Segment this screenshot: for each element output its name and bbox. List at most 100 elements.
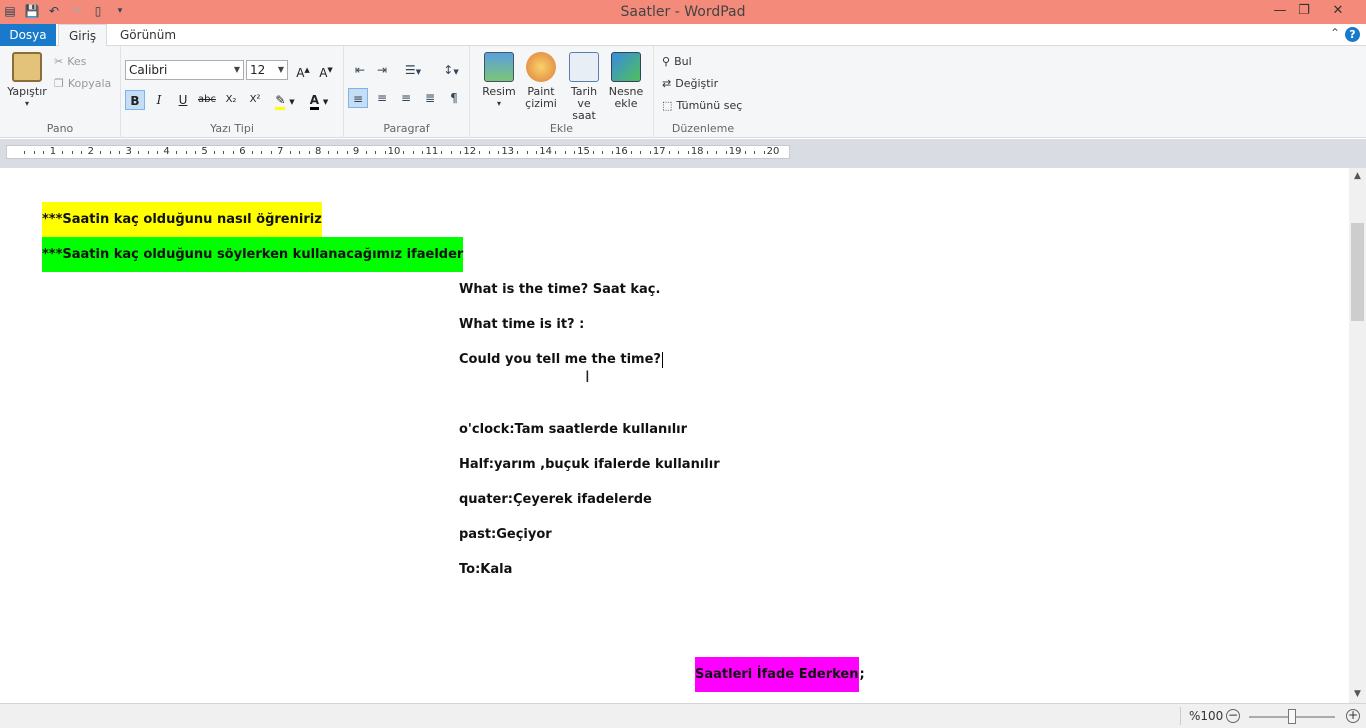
align-left-icon[interactable]: ≡ xyxy=(348,88,368,108)
decrease-indent-icon[interactable]: ⇤ xyxy=(350,60,370,80)
ruler-tick xyxy=(337,151,339,154)
ruler-number: 16 xyxy=(615,146,628,157)
subscript-button[interactable]: X₂ xyxy=(221,90,241,110)
ruler-tick xyxy=(176,151,178,154)
align-right-icon[interactable]: ≡ xyxy=(396,88,416,108)
paste-button[interactable]: Yapıştır ▾ xyxy=(6,52,48,110)
zoom-in-icon[interactable]: + xyxy=(1346,709,1360,723)
paragraph-group: ⇤ ⇥ ☰▼ ↕▼ ≡ ≡ ≡ ≣ ¶ Paragraf xyxy=(344,46,470,138)
picture-icon xyxy=(484,52,514,82)
ruler-tick xyxy=(498,151,500,154)
ruler-number: 8 xyxy=(315,146,322,157)
ruler-number: 15 xyxy=(577,146,590,157)
vertical-scrollbar[interactable]: ▲ ▼ xyxy=(1349,168,1366,703)
zoom-out-icon[interactable]: − xyxy=(1226,709,1240,723)
copy-icon: ❐ xyxy=(54,77,64,90)
scroll-down-icon[interactable]: ▼ xyxy=(1349,686,1366,703)
ruler-tick xyxy=(602,151,604,154)
ruler-tick xyxy=(536,151,538,154)
doc-line[interactable]: past:Geçiyor xyxy=(459,517,552,552)
replace-button[interactable]: ⇄ Değiştir xyxy=(662,77,718,90)
underline-button[interactable]: U xyxy=(173,90,193,110)
ruler[interactable]: 1 2 3 4 5 6 7 8 9 10 11 12 13 14 15 16 17 18 19 20 xyxy=(6,145,790,159)
ruler-number: 11 xyxy=(425,146,439,157)
zoom-level: %100 xyxy=(1189,709,1224,723)
ruler-number: 17 xyxy=(652,146,666,157)
ruler-tick xyxy=(24,151,26,154)
copy-button[interactable]: ❐ Kopyala xyxy=(54,77,111,90)
cut-label: Kes xyxy=(67,55,87,68)
help-icon[interactable]: ? xyxy=(1345,27,1360,42)
ruler-tick xyxy=(611,151,613,154)
collapse-ribbon-icon[interactable]: ⌃ xyxy=(1330,26,1340,40)
doc-line[interactable]: ***Saatin kaç olduğunu nasıl öğreniriz xyxy=(42,202,322,237)
close-button[interactable]: ✕ xyxy=(1320,0,1356,22)
ruler-tick xyxy=(365,151,367,154)
doc-line[interactable]: What is the time? Saat kaç. xyxy=(459,272,660,307)
insert-group: Resim ▾ Paint çizimi Tarih ve saat Nesne… xyxy=(470,46,654,138)
ruler-tick xyxy=(592,151,594,154)
doc-line[interactable]: Saatleri İfade Ederken; xyxy=(695,657,865,692)
paste-label: Yapıştır xyxy=(7,85,47,98)
document-area[interactable]: ***Saatin kaç olduğunu nasıl öğreniriz *… xyxy=(0,168,1349,703)
chevron-down-icon: ▼ xyxy=(233,65,240,74)
ruler-tick xyxy=(488,151,490,154)
increase-indent-icon[interactable]: ⇥ xyxy=(372,60,392,80)
zoom-slider-thumb[interactable] xyxy=(1288,709,1296,724)
ruler-tick xyxy=(327,151,329,154)
doc-line[interactable]: To:Kala xyxy=(459,552,512,587)
ruler-tick xyxy=(678,151,680,154)
doc-line[interactable]: ***Saatin kaç olduğunu söylerken kullana… xyxy=(42,237,464,272)
italic-button[interactable]: I xyxy=(149,90,169,110)
bullet-list-icon[interactable]: ☰▼ xyxy=(398,60,428,80)
ruler-tick xyxy=(109,151,111,154)
font-size-select[interactable]: 12 ▼ xyxy=(246,60,288,80)
insert-object-button[interactable]: Nesne ekle xyxy=(606,52,646,110)
insert-picture-button[interactable]: Resim ▾ xyxy=(480,52,518,110)
grow-font-button[interactable]: A▲ xyxy=(293,60,313,80)
superscript-button[interactable]: X² xyxy=(245,90,265,110)
clipboard-group: Yapıştır ▾ ✂ Kes ❐ Kopyala Pano xyxy=(0,46,121,138)
font-family-select[interactable]: Calibri ▼ xyxy=(125,60,244,80)
cut-button[interactable]: ✂ Kes xyxy=(54,55,86,68)
ruler-tick xyxy=(403,151,405,154)
font-family-value: Calibri xyxy=(129,63,168,77)
align-center-icon[interactable]: ≡ xyxy=(372,88,392,108)
doc-line[interactable]: quater:Çeyerek ifadelerde xyxy=(459,482,652,517)
tab-file[interactable]: Dosya xyxy=(0,24,56,46)
paragraph-group-label: Paragraf xyxy=(383,122,430,135)
text-caret xyxy=(661,351,663,368)
ruler-tick xyxy=(555,151,557,154)
ruler-tick xyxy=(744,151,746,154)
justify-icon[interactable]: ≣ xyxy=(420,88,440,108)
paint-drawing-button[interactable]: Paint çizimi xyxy=(522,52,560,110)
scroll-thumb[interactable] xyxy=(1351,223,1364,321)
maximize-button[interactable]: ❐ xyxy=(1286,0,1322,22)
line-spacing-icon[interactable]: ↕▼ xyxy=(436,60,466,80)
ruler-tick xyxy=(195,151,197,154)
font-color-button[interactable]: A ▼ xyxy=(305,90,333,110)
ruler-tick xyxy=(62,151,64,154)
tab-view[interactable]: Görünüm xyxy=(110,24,186,46)
select-all-button[interactable]: ⬚ Tümünü seç xyxy=(662,99,742,112)
ruler-tick xyxy=(119,151,121,154)
paragraph-settings-icon[interactable]: ¶ xyxy=(444,88,464,108)
bold-button[interactable]: B xyxy=(125,90,145,110)
scroll-up-icon[interactable]: ▲ xyxy=(1349,168,1366,185)
ruler-tick xyxy=(185,151,187,154)
doc-line[interactable]: What time is it? : xyxy=(459,307,584,342)
doc-line[interactable]: Half:yarım ,buçuk ifalerde kullanılır xyxy=(459,447,720,482)
doc-line-with-caret[interactable]: Could you tell me the time? xyxy=(459,342,663,377)
tab-home[interactable]: Giriş xyxy=(58,24,108,47)
strikethrough-button[interactable]: abc xyxy=(197,90,217,110)
highlight-color-button[interactable]: ✎ ▼ xyxy=(271,90,299,110)
font-group-label: Yazı Tipi xyxy=(210,122,254,135)
date-time-button[interactable]: Tarih ve saat xyxy=(564,52,604,122)
shrink-font-button[interactable]: A▼ xyxy=(316,60,336,80)
ruler-tick xyxy=(441,151,443,154)
calendar-clock-icon xyxy=(569,52,599,82)
ruler-tick xyxy=(270,151,272,154)
ruler-tick xyxy=(308,151,310,154)
doc-line[interactable]: o'clock:Tam saatlerde kullanılır xyxy=(459,412,687,447)
find-button[interactable]: ⚲ Bul xyxy=(662,55,692,68)
